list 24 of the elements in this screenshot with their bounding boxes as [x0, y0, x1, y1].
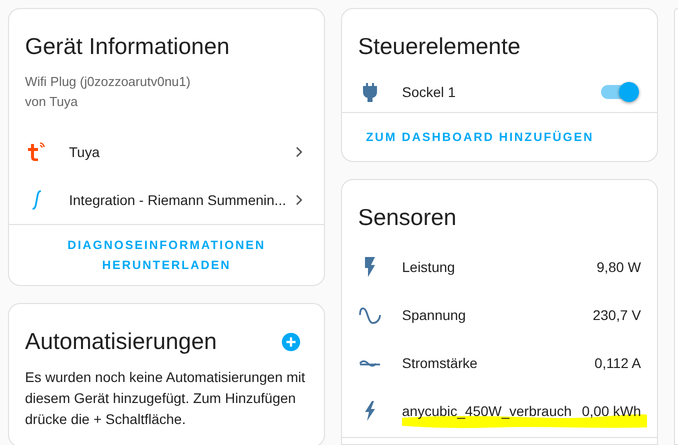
toggle-switch[interactable] — [601, 85, 637, 99]
sensor-value: 0,112 A — [594, 355, 641, 371]
sensor-value: 9,80 W — [596, 259, 641, 275]
integral-icon — [32, 190, 42, 210]
add-icon[interactable] — [280, 330, 302, 352]
card-title: Sensoren — [357, 203, 458, 232]
sensor-label: Spannung — [402, 307, 467, 323]
card-title: Automatisierungen — [24, 327, 218, 356]
device-manufacturer: von Tuya — [25, 93, 79, 111]
card-title: Gerät Informationen — [24, 32, 231, 61]
link-label: Tuya — [69, 144, 101, 160]
entity-label: Sockel 1 — [402, 84, 457, 100]
device-model: Wifi Plug (j0zozzoarutv0nu1) — [25, 73, 192, 91]
sensor-label: Stromstärke — [402, 355, 478, 371]
card-title: Steuerelemente — [357, 32, 522, 61]
sensor-value: 230,7 V — [592, 307, 641, 323]
integration-link[interactable]: Tuya — [9, 128, 324, 176]
link-label: Integration - Riemann Summenin... — [69, 192, 288, 208]
automations-text: Es wurden noch keine Automatisierungen mit diesem Gerät hinzugefügt. Zum Hinzufügen drücke die + Schaltfläche. — [24, 368, 306, 429]
sensor-label: anycubic_450W_verbrauch — [402, 403, 573, 419]
sensor-label: Leistung — [402, 259, 456, 275]
ac-current-icon — [359, 359, 381, 367]
integration-link[interactable]: Integration - Riemann Summenin... — [9, 176, 324, 224]
sensor-value: 0,00 kWh — [580, 403, 641, 419]
